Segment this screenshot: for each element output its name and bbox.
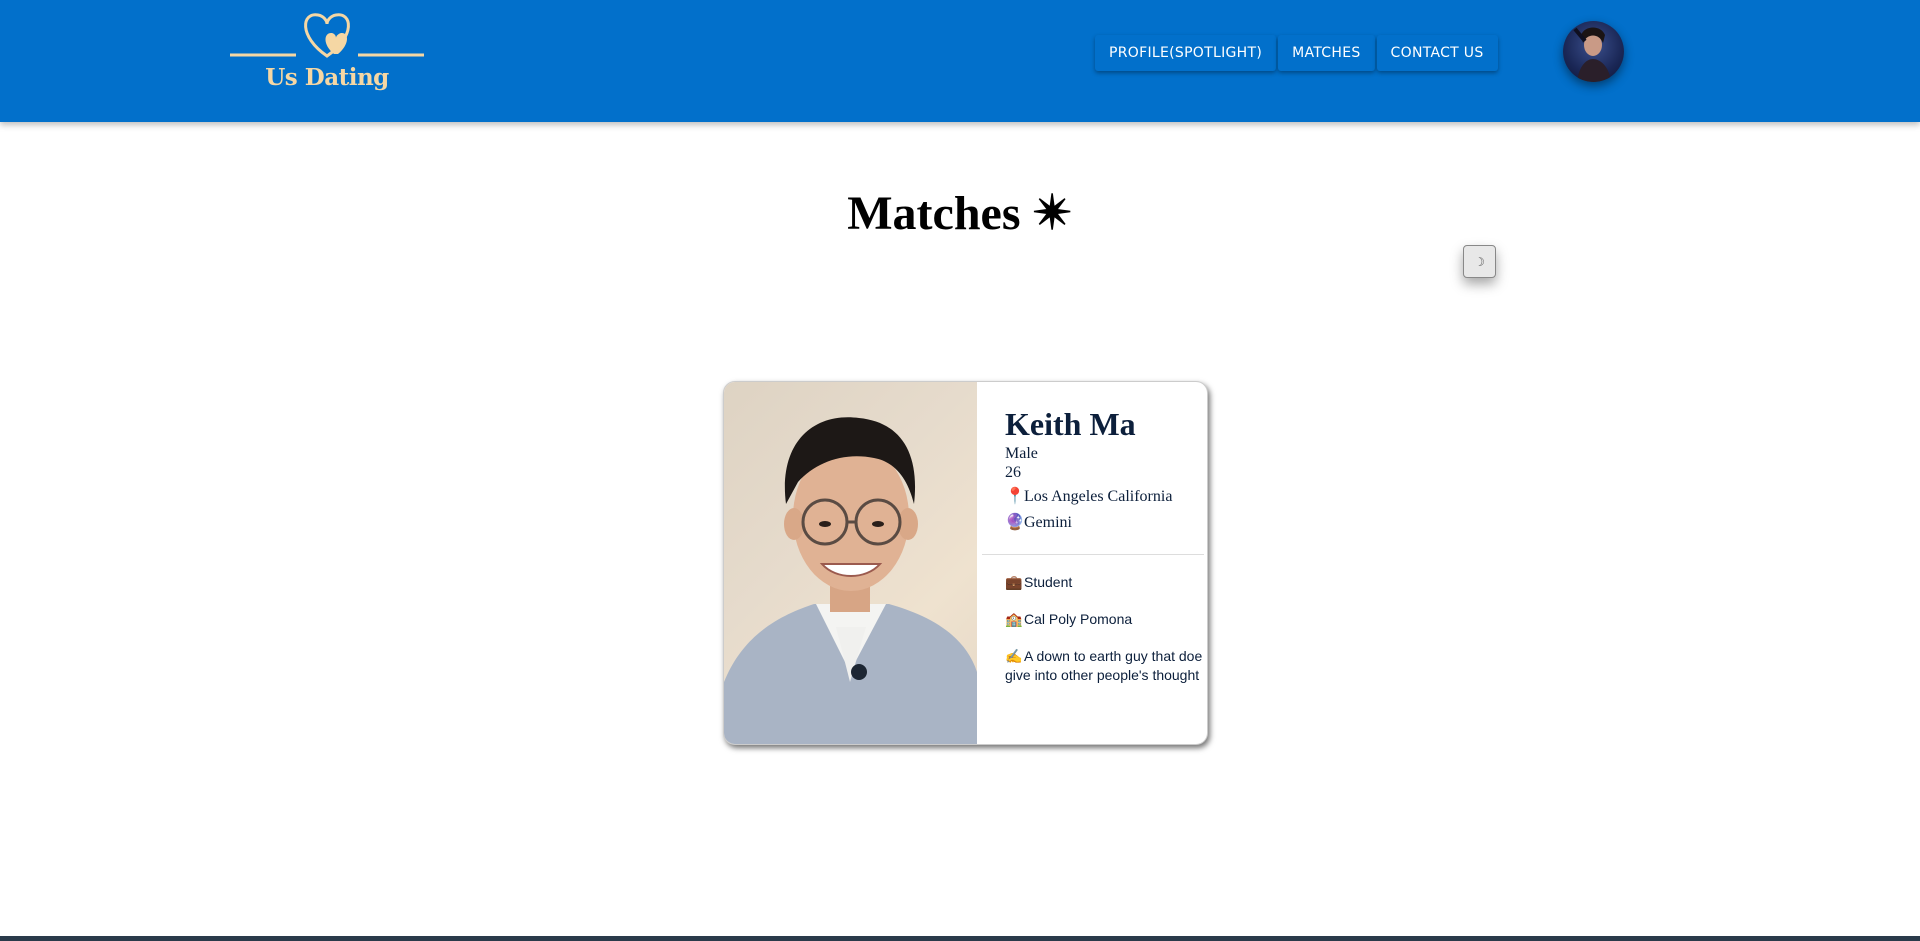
match-bio-line2: give into other people's thought (1005, 667, 1200, 683)
school-icon: 🏫 (1005, 611, 1023, 627)
theme-toggle-button[interactable]: ☽ (1463, 245, 1496, 278)
nav-matches[interactable]: MATCHES (1278, 35, 1375, 71)
match-location-text: Los Angeles California (1024, 488, 1173, 505)
match-name: Keith Ma (1005, 406, 1136, 442)
match-age: 26 (1005, 464, 1021, 481)
footer-bar (0, 936, 1920, 941)
match-card[interactable]: Keith Ma Male 26 📍Los Angeles California… (723, 381, 1208, 745)
nav-profile-spotlight[interactable]: PROFILE(SPOTLIGHT) (1095, 35, 1277, 71)
match-occupation-text: Student (1024, 574, 1073, 590)
top-navbar: Us Dating PROFILE(SPOTLIGHT) MATCHES CON… (0, 0, 1920, 122)
card-divider (982, 554, 1204, 555)
location-pin-icon: 📍 (1005, 488, 1025, 505)
nav-contact-us[interactable]: CONTACT US (1376, 35, 1498, 71)
match-school: 🏫 Cal Poly Pomona (1005, 611, 1132, 628)
match-photo (724, 382, 977, 744)
match-bio-line1: A down to earth guy that doe (1024, 648, 1203, 664)
heart-logo-icon (230, 13, 424, 58)
avatar-photo-icon (1573, 27, 1611, 82)
crystal-ball-icon: 🔮 (1005, 514, 1025, 531)
brand-logo[interactable]: Us Dating (228, 12, 426, 98)
person-photo-icon (724, 417, 977, 744)
brand-name: Us Dating (265, 64, 389, 91)
briefcase-icon: 💼 (1005, 574, 1023, 590)
match-school-text: Cal Poly Pomona (1024, 611, 1133, 627)
match-occupation: 💼 Student (1005, 574, 1072, 591)
moon-icon: ☽ (1474, 254, 1485, 269)
match-gender: Male (1005, 445, 1038, 462)
match-location: 📍Los Angeles California (1005, 486, 1172, 506)
match-bio: ✍️ A down to earth guy that doe give into… (1005, 647, 1207, 685)
match-zodiac: 🔮Gemini (1005, 512, 1072, 532)
match-info: Keith Ma Male 26 📍Los Angeles California… (977, 382, 1207, 744)
match-zodiac-text: Gemini (1024, 514, 1072, 531)
page-title: Matches ✴ (847, 187, 1073, 240)
writing-hand-icon: ✍️ (1005, 648, 1023, 664)
main-nav: PROFILE(SPOTLIGHT) MATCHES CONTACT US (1095, 35, 1498, 71)
user-avatar[interactable] (1563, 21, 1624, 82)
